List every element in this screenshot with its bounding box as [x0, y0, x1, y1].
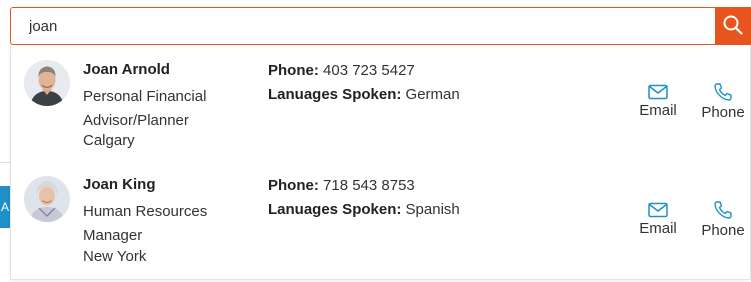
- search-input[interactable]: [21, 8, 719, 44]
- email-label: Email: [639, 220, 677, 237]
- contact-city: New York: [83, 248, 147, 265]
- phone-button[interactable]: Phone: [698, 82, 748, 121]
- phone-icon: [698, 200, 748, 220]
- envelope-icon: [633, 84, 683, 100]
- background-tab: A: [0, 186, 10, 228]
- languages-label: Lanuages Spoken:: [268, 201, 402, 218]
- contact-role: Personal Financial Advisor/Planner: [83, 88, 207, 129]
- email-label: Email: [639, 102, 677, 119]
- result-item[interactable]: Joan King Human Resources Manager New Yo…: [11, 160, 751, 275]
- contact-languages-line: Lanuages Spoken: German: [268, 86, 460, 103]
- phone-action-label: Phone: [701, 104, 745, 121]
- search-bar: [10, 7, 751, 46]
- envelope-icon: [633, 202, 683, 218]
- phone-value: 403 723 5427: [323, 62, 415, 79]
- search-button[interactable]: [715, 8, 751, 46]
- avatar: [24, 60, 70, 106]
- languages-label: Lanuages Spoken:: [268, 86, 402, 103]
- search-results-dropdown: Joan Arnold Personal Financial Advisor/P…: [10, 45, 751, 280]
- phone-label: Phone:: [268, 62, 319, 79]
- search-icon: [722, 14, 744, 41]
- result-item[interactable]: Joan Arnold Personal Financial Advisor/P…: [11, 45, 751, 160]
- contact-name[interactable]: Joan King: [83, 176, 156, 193]
- phone-icon: [698, 82, 748, 102]
- contact-phone-line: Phone: 403 723 5427: [268, 62, 415, 79]
- contact-phone-line: Phone: 718 543 8753: [268, 177, 415, 194]
- avatar: [24, 176, 70, 222]
- phone-label: Phone:: [268, 177, 319, 194]
- contact-languages-line: Lanuages Spoken: Spanish: [268, 201, 460, 218]
- phone-value: 718 543 8753: [323, 177, 415, 194]
- languages-value: Spanish: [405, 201, 460, 218]
- email-button[interactable]: Email: [633, 202, 683, 237]
- languages-value: German: [405, 86, 460, 103]
- contact-role: Human Resources Manager: [83, 203, 208, 244]
- phone-action-label: Phone: [701, 222, 745, 239]
- contact-city: Calgary: [83, 132, 135, 149]
- phone-button[interactable]: Phone: [698, 200, 748, 239]
- email-button[interactable]: Email: [633, 84, 683, 119]
- contact-name[interactable]: Joan Arnold: [83, 61, 170, 78]
